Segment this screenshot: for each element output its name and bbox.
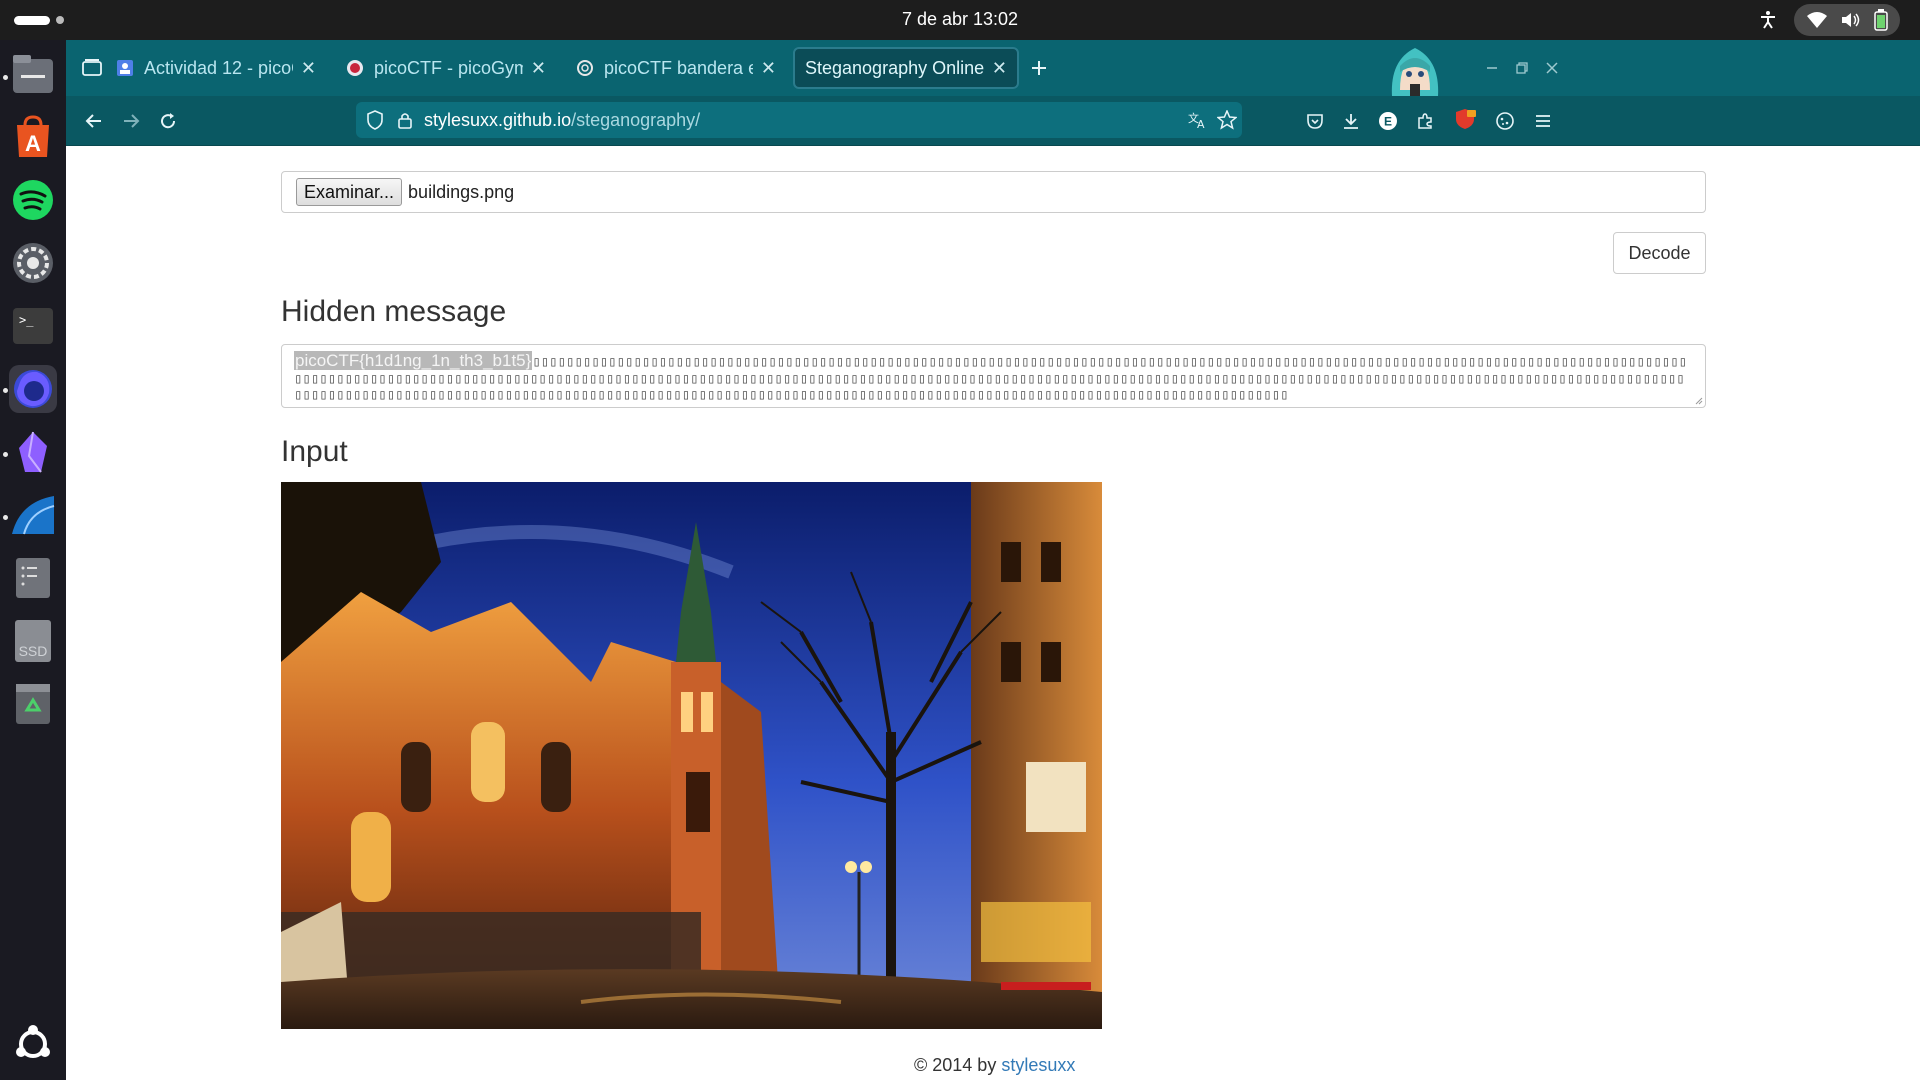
tab-title: Actividad 12 - picoCTF - Fo: [144, 57, 293, 78]
selected-file-name: buildings.png: [408, 181, 515, 202]
pocket-icon: [1307, 114, 1323, 129]
obsidian-icon[interactable]: [9, 428, 57, 476]
tab-overview-button[interactable]: [76, 52, 108, 84]
close-tab-icon[interactable]: ✕: [761, 58, 776, 79]
volume-icon: [1842, 13, 1860, 27]
spotify-icon[interactable]: [9, 176, 57, 224]
clock[interactable]: 7 de abr 13:02: [0, 9, 1920, 30]
input-image: [281, 482, 1102, 1029]
svg-text:E: E: [1384, 115, 1392, 129]
dock: A >_ SSD: [0, 40, 66, 1080]
system-top-bar: 7 de abr 13:02: [0, 0, 1920, 40]
restore-icon: [1516, 62, 1528, 74]
files-icon[interactable]: [9, 50, 57, 98]
system-status-menu[interactable]: [1794, 4, 1900, 36]
tab-bandera[interactable]: picoCTF bandera encontrada ✕: [566, 47, 786, 89]
plus-icon: [1032, 61, 1046, 75]
tab-title: picoCTF bandera encontrada: [604, 57, 753, 78]
navigation-toolbar: stylesuxx.github.io/steganography/ 文A E: [66, 96, 1920, 146]
decoded-flag-text: picoCTF{h1d1ng_1n_th3_b1t5}: [294, 351, 533, 370]
extension-e-icon: E: [1379, 112, 1397, 130]
text-editor-icon[interactable]: [9, 554, 57, 602]
close-window-button[interactable]: [1536, 52, 1568, 84]
ublock-extension-button[interactable]: [1449, 103, 1481, 135]
back-arrow-icon: [85, 114, 101, 128]
tab-picogym[interactable]: picoCTF - picoGym Challenges ✕: [336, 47, 556, 89]
forward-button[interactable]: [115, 105, 147, 137]
download-icon: [1344, 114, 1358, 129]
terminal-icon[interactable]: >_: [9, 302, 57, 350]
new-tab-button[interactable]: [1023, 52, 1055, 84]
minimize-button[interactable]: [1476, 52, 1508, 84]
resize-handle-icon[interactable]: [1693, 395, 1703, 405]
footer-author-link[interactable]: stylesuxx: [1001, 1055, 1075, 1075]
footer-copyright: © 2014 by: [914, 1055, 1002, 1075]
reload-button[interactable]: [152, 105, 184, 137]
minimize-icon: [1487, 67, 1497, 69]
ublock-icon: [1456, 109, 1476, 129]
close-icon: [1546, 62, 1558, 74]
extension-e-button[interactable]: E: [1372, 105, 1404, 137]
url-host: stylesuxx.github.io: [424, 109, 572, 130]
svg-text:A: A: [25, 131, 41, 156]
web-page: Examinar... buildings.png Decode Hidden …: [66, 147, 1920, 1080]
cookie-extension-button[interactable]: [1489, 105, 1521, 137]
show-apps-icon[interactable]: [9, 1020, 57, 1068]
url-path: /steganography/: [571, 109, 701, 130]
hidden-message-textarea[interactable]: picoCTF{h1d1ng_1n_th3_b1t5}▯▯▯▯▯▯▯▯▯▯▯▯▯…: [281, 344, 1706, 408]
accessibility-icon[interactable]: [1758, 10, 1778, 30]
picoctf-favicon-icon: [346, 59, 364, 77]
restore-button[interactable]: [1506, 52, 1538, 84]
tab-title: Steganography Online: [805, 57, 984, 78]
chatgpt-favicon-icon: [576, 59, 594, 77]
url-bar[interactable]: stylesuxx.github.io/steganography/ 文A: [356, 102, 1242, 138]
lock-icon[interactable]: [398, 111, 412, 129]
tab-steganography[interactable]: Steganography Online ✕: [793, 47, 1019, 89]
tab-list-icon: [82, 59, 102, 76]
close-tab-icon[interactable]: ✕: [301, 58, 316, 79]
settings-icon[interactable]: [9, 239, 57, 287]
extensions-button[interactable]: [1409, 105, 1441, 137]
tab-actividad-12[interactable]: Actividad 12 - picoCTF - Fo ✕: [106, 47, 326, 89]
file-input[interactable]: Examinar... buildings.png: [281, 171, 1706, 213]
puzzle-piece-icon: [1418, 113, 1432, 129]
decode-button[interactable]: Decode: [1613, 232, 1706, 274]
svg-text:>_: >_: [19, 313, 34, 327]
hidden-message-heading: Hidden message: [281, 295, 507, 328]
tab-title: picoCTF - picoGym Challenges: [374, 57, 523, 78]
close-tab-icon[interactable]: ✕: [531, 58, 546, 79]
url-text: stylesuxx.github.io/steganography/: [424, 110, 700, 131]
wifi-icon: [1807, 12, 1827, 28]
firefox-icon[interactable]: [9, 365, 57, 413]
cookie-icon: [1496, 112, 1514, 130]
ssd-drive-icon[interactable]: SSD: [9, 617, 57, 665]
app-center-icon[interactable]: A: [9, 113, 57, 161]
account-avatar[interactable]: [1384, 40, 1446, 96]
trash-icon[interactable]: [9, 680, 57, 728]
close-tab-icon[interactable]: ✕: [992, 58, 1007, 79]
downloads-button[interactable]: [1335, 105, 1367, 137]
tab-strip: Actividad 12 - picoCTF - Fo ✕ picoCTF - …: [66, 40, 1920, 96]
back-button[interactable]: [78, 105, 110, 137]
menu-button[interactable]: [1527, 105, 1559, 137]
input-heading: Input: [281, 435, 348, 468]
browse-button[interactable]: Examinar...: [296, 178, 403, 206]
bookmark-star-icon[interactable]: [1217, 110, 1237, 130]
pocket-button[interactable]: [1299, 105, 1331, 137]
translate-icon[interactable]: 文A: [1188, 111, 1208, 129]
wireshark-icon[interactable]: [9, 491, 57, 539]
hamburger-menu-icon: [1536, 115, 1550, 127]
svg-text:A: A: [1197, 118, 1205, 129]
tracking-protection-shield-icon[interactable]: [366, 110, 384, 130]
ssd-drive-label: SSD: [19, 643, 48, 659]
forward-arrow-icon: [124, 114, 140, 128]
reload-icon: [161, 113, 176, 129]
google-forms-favicon-icon: [116, 59, 134, 77]
battery-icon: [1874, 9, 1888, 31]
